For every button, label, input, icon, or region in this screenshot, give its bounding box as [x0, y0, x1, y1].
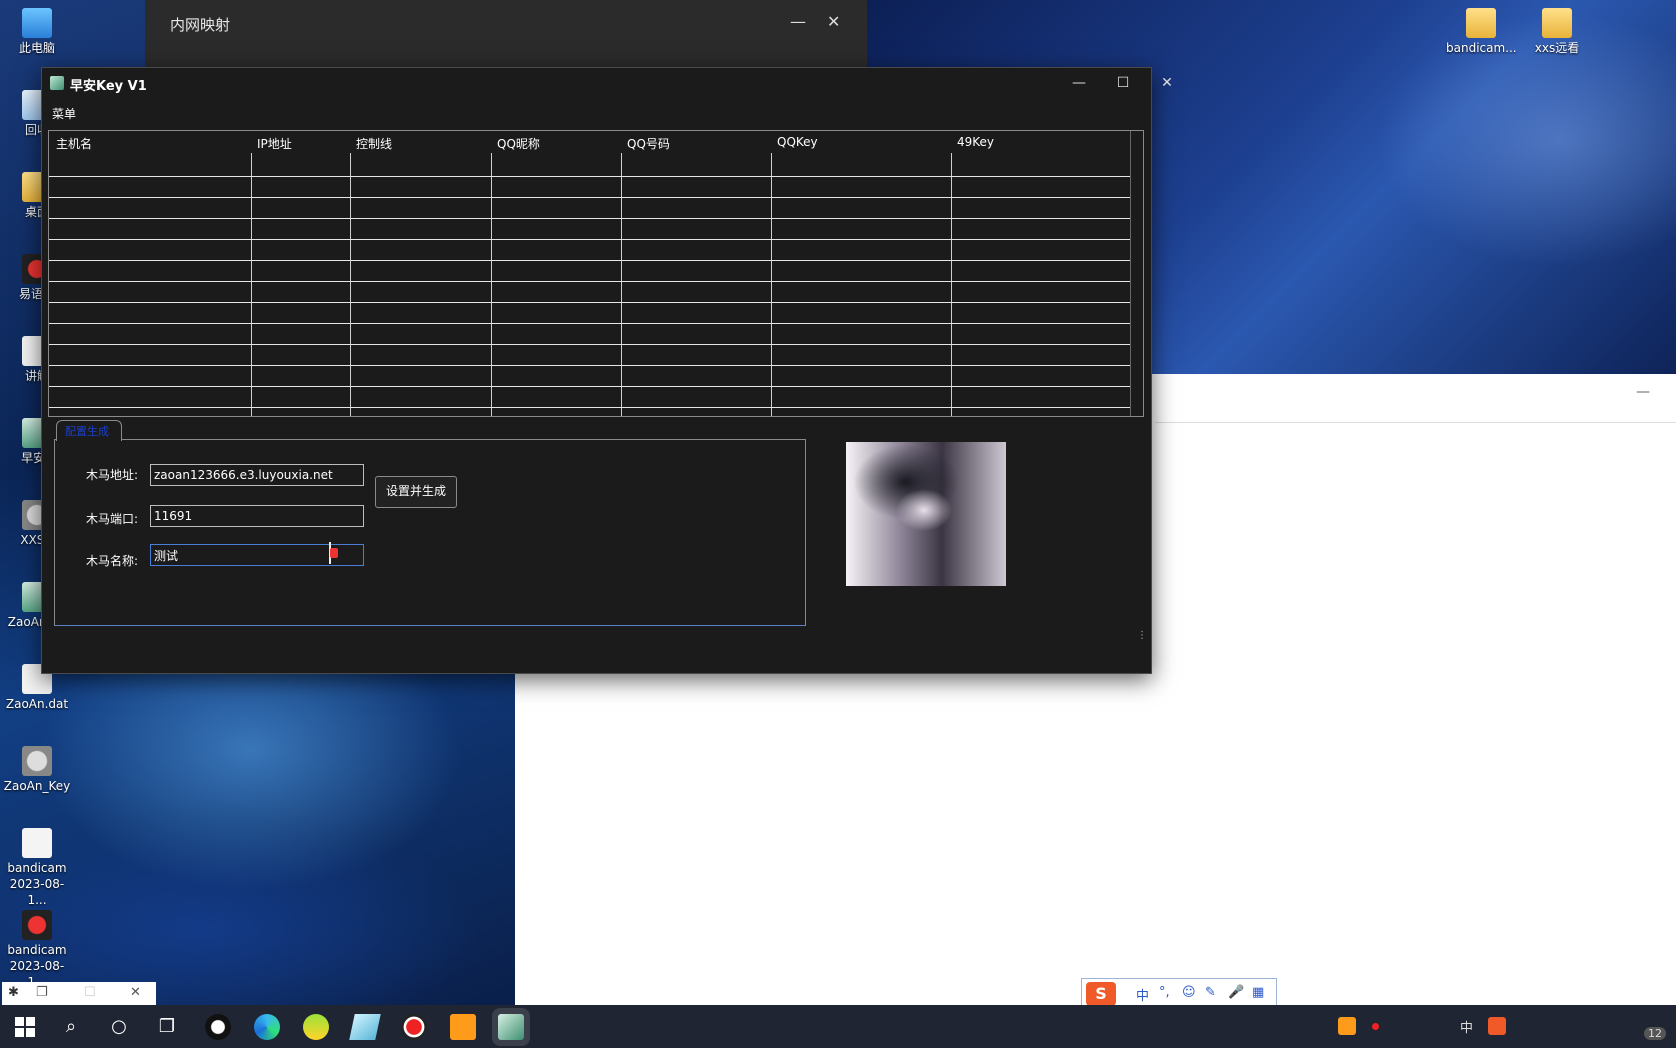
column-header[interactable]: QQ号码: [627, 135, 670, 152]
close-button[interactable]: ✕: [827, 12, 840, 31]
record-icon: [22, 910, 52, 940]
name-label: 木马名称:: [86, 554, 139, 568]
table-row: [49, 218, 1131, 219]
table-row: [49, 302, 1131, 303]
window-title: 早安Key V1: [70, 79, 147, 94]
desktop-icon-bandicam-folder[interactable]: bandicam...: [1446, 8, 1517, 56]
close-button[interactable]: ✕: [1152, 72, 1182, 94]
avatar-image: [846, 442, 1006, 586]
close-icon[interactable]: ✕: [130, 985, 141, 1000]
folder-icon: [1466, 8, 1496, 38]
column-divider: [951, 153, 952, 416]
microphone-icon[interactable]: 🎤: [1228, 985, 1244, 1000]
bandicam-icon[interactable]: [401, 1014, 427, 1040]
column-header[interactable]: IP地址: [257, 135, 292, 152]
toolbox-icon[interactable]: ▦: [1252, 985, 1264, 1000]
computer-icon: [22, 8, 52, 38]
dialog-title: 内网映射: [170, 16, 231, 34]
tray-home-icon[interactable]: [1338, 1017, 1356, 1035]
floating-toolbar: ✱ ❐ ☐ ✕: [2, 982, 156, 1006]
port-input[interactable]: [150, 505, 364, 527]
desktop-icon-bandicam-app[interactable]: bandicam 2023-08-1...: [2, 910, 72, 990]
emoji-icon[interactable]: ☺: [1182, 985, 1196, 1000]
column-divider: [251, 153, 252, 416]
maximize-icon[interactable]: ☐: [84, 985, 96, 1000]
tray-ime-indicator[interactable]: 中: [1460, 1017, 1473, 1036]
menu-item-menu[interactable]: 菜单: [52, 105, 76, 122]
bug-icon[interactable]: ✱: [8, 985, 19, 1000]
column-divider: [621, 153, 622, 416]
resize-grip-icon[interactable]: ⋮: [1137, 630, 1147, 641]
table-row: [49, 197, 1131, 198]
folder-icon: [1542, 8, 1572, 38]
ime-mode-toggle[interactable]: 中: [1136, 985, 1149, 1004]
sogou-logo-icon[interactable]: S: [1086, 982, 1116, 1006]
column-divider: [771, 153, 772, 416]
minimize-icon[interactable]: [1636, 384, 1650, 400]
zaoan-key-taskbar-icon[interactable]: [498, 1014, 524, 1040]
table-row: [49, 344, 1131, 345]
notepad-icon[interactable]: [349, 1014, 381, 1040]
address-label: 木马地址:: [86, 468, 139, 482]
column-divider: [350, 153, 351, 416]
desktop-icon-zaoan-key-file[interactable]: ZaoAn_Key: [2, 746, 72, 794]
pen-icon[interactable]: ✎: [1205, 985, 1216, 1000]
desktop-icon-xxs[interactable]: xxs远看: [1522, 8, 1592, 56]
address-input[interactable]: [150, 464, 364, 486]
maximize-button[interactable]: ☐: [1108, 72, 1138, 94]
table-scrollbar[interactable]: [1130, 131, 1143, 416]
table-row: [49, 239, 1131, 240]
gear-icon: [22, 746, 52, 776]
desktop-icon-this-pc[interactable]: 此电脑: [2, 8, 72, 56]
search-icon[interactable]: ⌕: [58, 1014, 84, 1040]
task-view-icon[interactable]: ❐: [154, 1014, 180, 1040]
column-header[interactable]: 控制线: [356, 135, 392, 152]
minimize-button[interactable]: —: [790, 12, 806, 31]
column-header[interactable]: QQ昵称: [497, 135, 540, 152]
table-row: [49, 281, 1131, 282]
table-row: [49, 386, 1131, 387]
text-cursor-icon: [329, 542, 338, 564]
video-file-icon: [22, 828, 52, 858]
column-divider: [491, 153, 492, 416]
table-row: [49, 407, 1131, 408]
main-window: 早安Key V1 — ☐ ✕ 菜单 主机名 IP地址 控制线 QQ昵称 QQ号码…: [41, 67, 1173, 674]
table-row: [49, 323, 1131, 324]
column-header[interactable]: QQKey: [777, 135, 818, 149]
app-icon[interactable]: [303, 1014, 329, 1040]
port-label: 木马端口:: [86, 512, 139, 526]
notification-badge[interactable]: 12: [1644, 1027, 1666, 1040]
desktop-icon-bandicam-video[interactable]: bandicam 2023-08-1...: [2, 828, 72, 908]
taskbar: ⌕ ○ ❐ 中 12: [0, 1005, 1676, 1048]
tray-sogou-icon[interactable]: [1488, 1017, 1506, 1035]
punctuation-toggle[interactable]: °,: [1159, 985, 1170, 1000]
column-header[interactable]: 49Key: [957, 135, 994, 149]
minimize-button[interactable]: —: [1064, 72, 1094, 94]
tray-record-icon[interactable]: [1372, 1023, 1379, 1030]
restore-icon[interactable]: ❐: [36, 985, 48, 1000]
table-row: [49, 260, 1131, 261]
table-row: [49, 176, 1131, 177]
edge-icon[interactable]: [254, 1014, 280, 1040]
tab-config-generate[interactable]: 配置生成: [56, 420, 122, 441]
qq-icon[interactable]: [205, 1014, 231, 1040]
cortana-icon[interactable]: ○: [106, 1014, 132, 1040]
home-icon[interactable]: [450, 1014, 476, 1040]
generate-button[interactable]: 设置并生成: [375, 476, 457, 508]
app-icon: [50, 76, 64, 90]
windows-start-icon[interactable]: [12, 1014, 38, 1040]
client-table[interactable]: 主机名 IP地址 控制线 QQ昵称 QQ号码 QQKey 49Key: [48, 130, 1144, 417]
column-header[interactable]: 主机名: [56, 135, 92, 152]
title-bar[interactable]: 早安Key V1 — ☐ ✕: [42, 68, 1173, 98]
table-header: 主机名 IP地址 控制线 QQ昵称 QQ号码 QQKey 49Key: [49, 131, 1143, 153]
divider: [1155, 422, 1676, 423]
table-row: [49, 365, 1131, 366]
